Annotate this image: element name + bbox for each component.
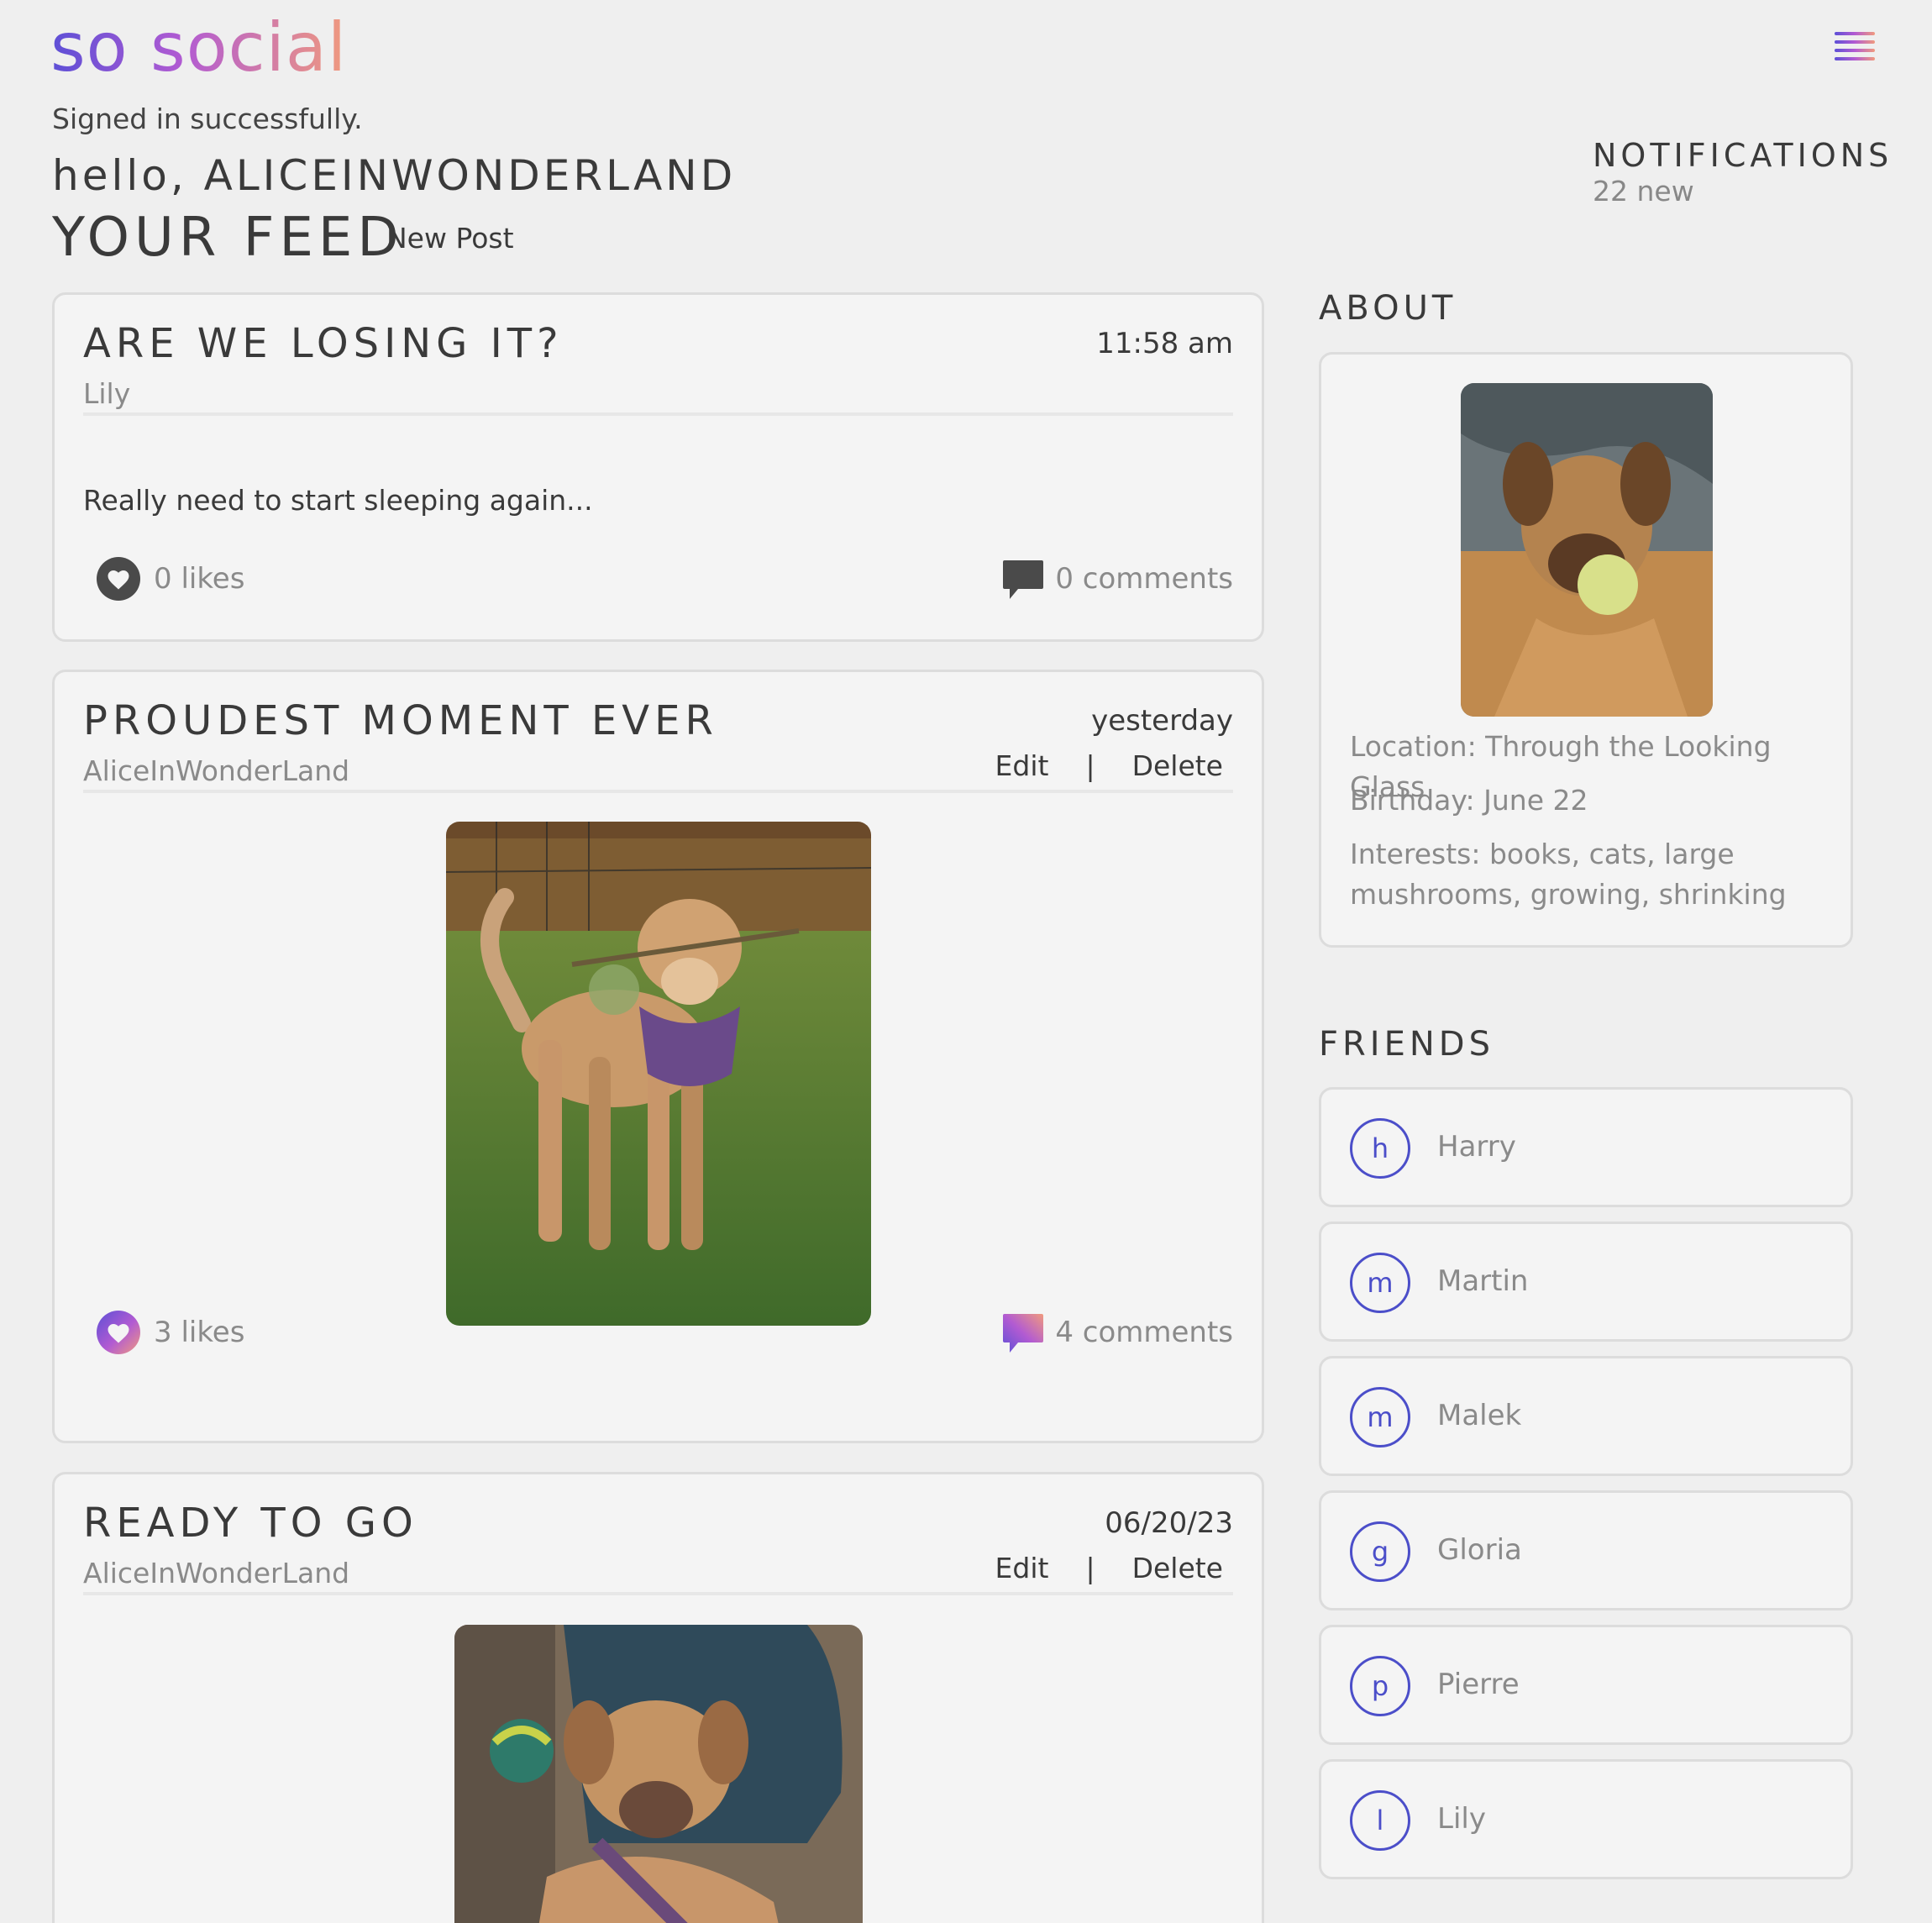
comment-icon <box>1003 560 1044 599</box>
comments-link[interactable]: 0 comments <box>1001 557 1233 601</box>
divider <box>83 1592 1233 1595</box>
friend-name: Harry <box>1437 1130 1516 1164</box>
post-author[interactable]: AliceInWonderLand <box>83 754 349 787</box>
post-card: ARE WE LOSING IT? Lily 11:58 am Really n… <box>52 292 1264 642</box>
post-card: PROUDEST MOMENT EVER AliceInWonderLand y… <box>52 670 1264 1443</box>
page-title: YOUR FEED <box>52 207 404 269</box>
new-post-link[interactable]: New Post <box>386 222 514 255</box>
friend-card[interactable]: g Gloria <box>1319 1490 1853 1610</box>
avatar: m <box>1350 1253 1410 1313</box>
post-card: READY TO GO AliceInWonderLand 06/20/23 E… <box>52 1472 1264 1923</box>
likes: 0 likes <box>97 557 244 601</box>
about-title: ABOUT <box>1319 289 1457 328</box>
friend-card[interactable]: p Pierre <box>1319 1625 1853 1745</box>
friends-title: FRIENDS <box>1319 1025 1494 1064</box>
friend-card[interactable]: l Lily <box>1319 1759 1853 1879</box>
friend-card[interactable]: m Malek <box>1319 1356 1853 1476</box>
comment-icon <box>1003 1314 1044 1353</box>
avatar: l <box>1350 1790 1410 1851</box>
post-time: 06/20/23 <box>1105 1506 1233 1540</box>
greeting: hello, ALICEINWONDERLAND <box>52 151 737 200</box>
delete-link[interactable]: Delete <box>1132 749 1223 782</box>
likes-count: 3 likes <box>154 1316 245 1349</box>
post-photo[interactable] <box>454 1625 863 1923</box>
comments-link[interactable]: 4 comments <box>1001 1311 1233 1354</box>
friend-name: Malek <box>1437 1399 1522 1432</box>
friend-name: Pierre <box>1437 1668 1520 1701</box>
comments-count: 0 comments <box>1055 562 1233 596</box>
friend-name: Gloria <box>1437 1533 1522 1567</box>
likes-count: 0 likes <box>154 562 245 596</box>
app-logo[interactable]: so social <box>50 8 347 87</box>
notifications-link[interactable]: NOTIFICATIONS <box>1593 137 1893 174</box>
likes: 3 likes <box>97 1311 244 1354</box>
action-separator: | <box>1085 749 1095 782</box>
post-time: 11:58 am <box>1096 327 1233 360</box>
avatar: h <box>1350 1118 1410 1179</box>
post-title[interactable]: READY TO GO <box>83 1500 418 1547</box>
post-time: yesterday <box>1091 704 1233 738</box>
post-author[interactable]: AliceInWonderLand <box>83 1557 349 1589</box>
heart-icon[interactable] <box>97 557 140 601</box>
friend-card[interactable]: h Harry <box>1319 1087 1853 1207</box>
delete-link[interactable]: Delete <box>1132 1552 1223 1584</box>
post-actions: Edit | Delete <box>995 1552 1223 1584</box>
avatar: g <box>1350 1521 1410 1582</box>
about-card: Location: Through the Looking Glass Birt… <box>1319 352 1853 948</box>
post-photo[interactable] <box>446 822 871 1326</box>
divider <box>83 790 1233 793</box>
about-interests: Interests: books, cats, large mushrooms,… <box>1350 838 1787 911</box>
hamburger-icon[interactable] <box>1835 32 1875 60</box>
notifications-count: 22 new <box>1593 175 1694 208</box>
comments-count: 4 comments <box>1055 1316 1233 1349</box>
avatar: m <box>1350 1387 1410 1448</box>
heart-icon[interactable] <box>97 1311 140 1354</box>
about-birthday: Birthday: June 22 <box>1350 784 1588 817</box>
friend-name: Martin <box>1437 1264 1529 1298</box>
post-body: Really need to start sleeping again... <box>83 484 593 517</box>
friend-card[interactable]: m Martin <box>1319 1222 1853 1342</box>
edit-link[interactable]: Edit <box>995 749 1049 782</box>
action-separator: | <box>1085 1552 1095 1584</box>
friend-name: Lily <box>1437 1802 1486 1836</box>
flash-message: Signed in successfully. <box>52 102 363 135</box>
avatar: p <box>1350 1656 1410 1716</box>
edit-link[interactable]: Edit <box>995 1552 1049 1584</box>
post-author[interactable]: Lily <box>83 377 130 410</box>
post-actions: Edit | Delete <box>995 749 1223 782</box>
post-title[interactable]: PROUDEST MOMENT EVER <box>83 697 718 744</box>
post-title[interactable]: ARE WE LOSING IT? <box>83 320 564 367</box>
profile-photo <box>1461 383 1713 717</box>
divider <box>83 412 1233 416</box>
